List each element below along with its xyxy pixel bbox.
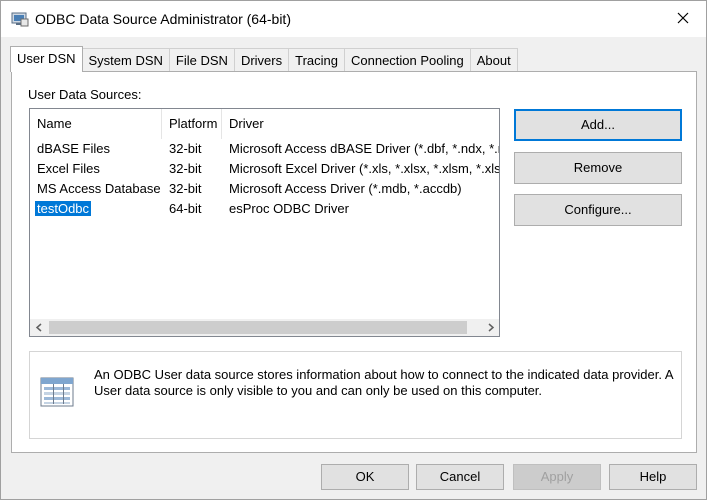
list-item[interactable]: dBASE Files 32-bit Microsoft Access dBAS… bbox=[30, 139, 499, 159]
odbc-admin-icon bbox=[11, 11, 29, 27]
tab-system-dsn[interactable]: System DSN bbox=[81, 48, 170, 72]
row-platform: 32-bit bbox=[169, 181, 202, 196]
tab-about[interactable]: About bbox=[469, 48, 518, 72]
row-driver: Microsoft Excel Driver (*.xls, *.xlsx, *… bbox=[229, 161, 499, 176]
column-header-name[interactable]: Name bbox=[30, 109, 162, 139]
odbc-admin-window: ODBC Data Source Administrator (64-bit) … bbox=[0, 0, 707, 500]
scroll-thumb[interactable] bbox=[49, 321, 467, 334]
list-header: Name Platform Driver bbox=[30, 109, 499, 139]
row-driver: Microsoft Access Driver (*.mdb, *.accdb) bbox=[229, 181, 462, 196]
row-platform: 32-bit bbox=[169, 161, 202, 176]
column-header-driver[interactable]: Driver bbox=[222, 109, 499, 139]
list-item[interactable]: MS Access Database 32-bit Microsoft Acce… bbox=[30, 179, 499, 199]
list-item[interactable]: Excel Files 32-bit Microsoft Excel Drive… bbox=[30, 159, 499, 179]
scroll-right-button[interactable] bbox=[482, 319, 499, 336]
close-button[interactable] bbox=[660, 1, 706, 37]
apply-button[interactable]: Apply bbox=[513, 464, 601, 490]
info-description: An ODBC User data source stores informat… bbox=[94, 367, 673, 398]
tab-user-dsn[interactable]: User DSN bbox=[10, 46, 83, 72]
list-item-selected[interactable]: testOdbc 64-bit esProc ODBC Driver bbox=[30, 199, 499, 219]
selected-row-name: testOdbc bbox=[35, 201, 92, 216]
info-box: An ODBC User data source stores informat… bbox=[29, 351, 682, 439]
row-name: testOdbc bbox=[30, 199, 162, 219]
tab-strip: User DSN System DSN File DSN Drivers Tra… bbox=[10, 46, 518, 72]
row-name: Excel Files bbox=[37, 161, 100, 176]
window-title: ODBC Data Source Administrator (64-bit) bbox=[35, 11, 291, 27]
scroll-track[interactable] bbox=[47, 319, 482, 336]
chevron-right-icon bbox=[487, 320, 495, 335]
data-source-info-icon bbox=[39, 374, 79, 410]
horizontal-scrollbar[interactable] bbox=[30, 319, 499, 336]
close-icon bbox=[677, 12, 689, 27]
add-button[interactable]: Add... bbox=[514, 109, 682, 141]
title-bar: ODBC Data Source Administrator (64-bit) bbox=[1, 1, 706, 37]
row-name: dBASE Files bbox=[37, 141, 110, 156]
row-driver: esProc ODBC Driver bbox=[229, 201, 349, 216]
tab-connection-pooling[interactable]: Connection Pooling bbox=[343, 48, 471, 72]
user-data-sources-label: User Data Sources: bbox=[28, 87, 142, 102]
scroll-left-button[interactable] bbox=[30, 319, 47, 336]
row-platform: 32-bit bbox=[169, 141, 202, 156]
row-driver: Microsoft Access dBASE Driver (*.dbf, *.… bbox=[229, 141, 499, 156]
user-dsn-panel: User Data Sources: Name Platform Driver … bbox=[11, 71, 697, 453]
help-button[interactable]: Help bbox=[609, 464, 697, 490]
tab-tracing[interactable]: Tracing bbox=[288, 48, 345, 72]
row-platform: 64-bit bbox=[169, 201, 202, 216]
tab-file-dsn[interactable]: File DSN bbox=[168, 48, 235, 72]
chevron-left-icon bbox=[35, 320, 43, 335]
data-sources-list[interactable]: Name Platform Driver dBASE Files 32-bit … bbox=[29, 108, 500, 337]
tab-drivers[interactable]: Drivers bbox=[233, 48, 290, 72]
cancel-button[interactable]: Cancel bbox=[416, 464, 504, 490]
remove-button[interactable]: Remove bbox=[514, 152, 682, 184]
configure-button[interactable]: Configure... bbox=[514, 194, 682, 226]
ok-button[interactable]: OK bbox=[321, 464, 409, 490]
column-header-platform[interactable]: Platform bbox=[162, 109, 222, 139]
row-name: MS Access Database bbox=[37, 181, 161, 196]
